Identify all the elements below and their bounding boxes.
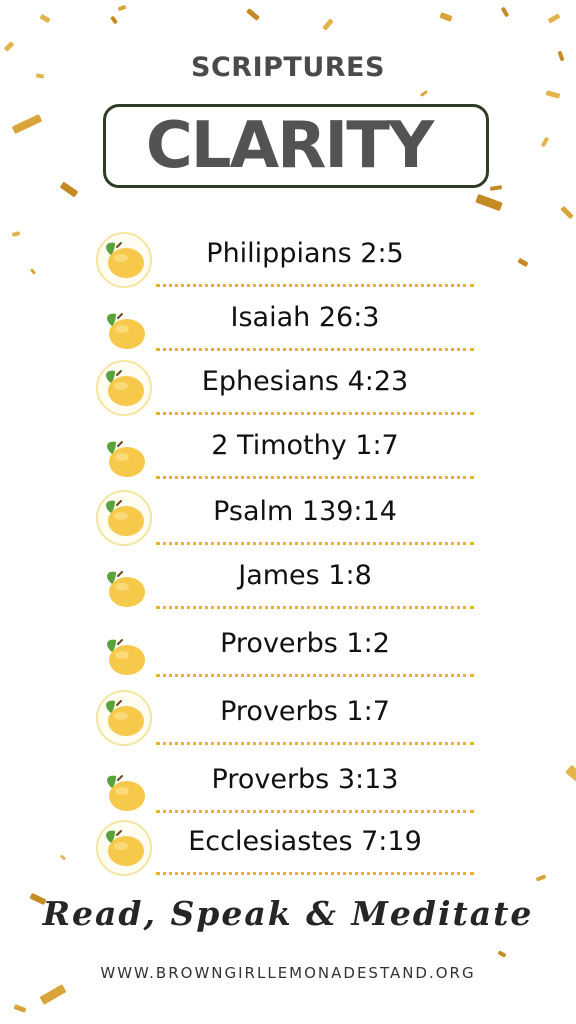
footer-url: WWW.BROWNGIRLLEMONADESTAND.ORG xyxy=(100,964,476,982)
dotted-divider xyxy=(156,606,474,609)
scripture-row: James 1:8 xyxy=(0,560,576,620)
dotted-divider xyxy=(156,412,474,415)
scripture-row: Proverbs 3:13 xyxy=(0,764,576,824)
scripture-reference: Proverbs 3:13 xyxy=(211,764,399,795)
dotted-divider xyxy=(156,348,474,351)
confetti-piece xyxy=(498,950,506,958)
scripture-row: 2 Timothy 1:7 xyxy=(0,430,576,490)
scripture-reference: James 1:8 xyxy=(238,560,372,591)
scripture-reference: Ecclesiastes 7:19 xyxy=(188,826,422,857)
footer-tagline: Read, Speak & Meditate xyxy=(42,894,534,933)
scripture-row: Ecclesiastes 7:19 xyxy=(0,820,576,886)
confetti-piece xyxy=(40,984,66,1005)
scripture-row: Philippians 2:5 xyxy=(0,232,576,298)
scripture-list: Philippians 2:5 Isaiah 26:3 Ephesians 4:23… xyxy=(0,0,576,880)
scripture-reference: Philippians 2:5 xyxy=(206,238,404,269)
dotted-divider xyxy=(156,674,474,677)
scripture-reference: Psalm 139:14 xyxy=(213,496,397,527)
scripture-reference: Proverbs 1:7 xyxy=(220,696,390,727)
scripture-row: Psalm 139:14 xyxy=(0,490,576,556)
dotted-divider xyxy=(156,810,474,813)
scripture-reference: 2 Timothy 1:7 xyxy=(211,430,399,461)
dotted-divider xyxy=(156,542,474,545)
scripture-reference: Proverbs 1:2 xyxy=(220,628,390,659)
dotted-divider xyxy=(156,872,474,875)
confetti-piece xyxy=(13,1004,27,1013)
scripture-reference: Ephesians 4:23 xyxy=(201,366,409,397)
scripture-row: Isaiah 26:3 xyxy=(0,302,576,362)
dotted-divider xyxy=(156,742,474,745)
scripture-row: Proverbs 1:7 xyxy=(0,690,576,756)
scripture-reference: Isaiah 26:3 xyxy=(230,302,380,333)
dotted-divider xyxy=(156,284,474,287)
dotted-divider xyxy=(156,476,474,479)
scripture-row: Ephesians 4:23 xyxy=(0,360,576,426)
scripture-row: Proverbs 1:2 xyxy=(0,628,576,688)
